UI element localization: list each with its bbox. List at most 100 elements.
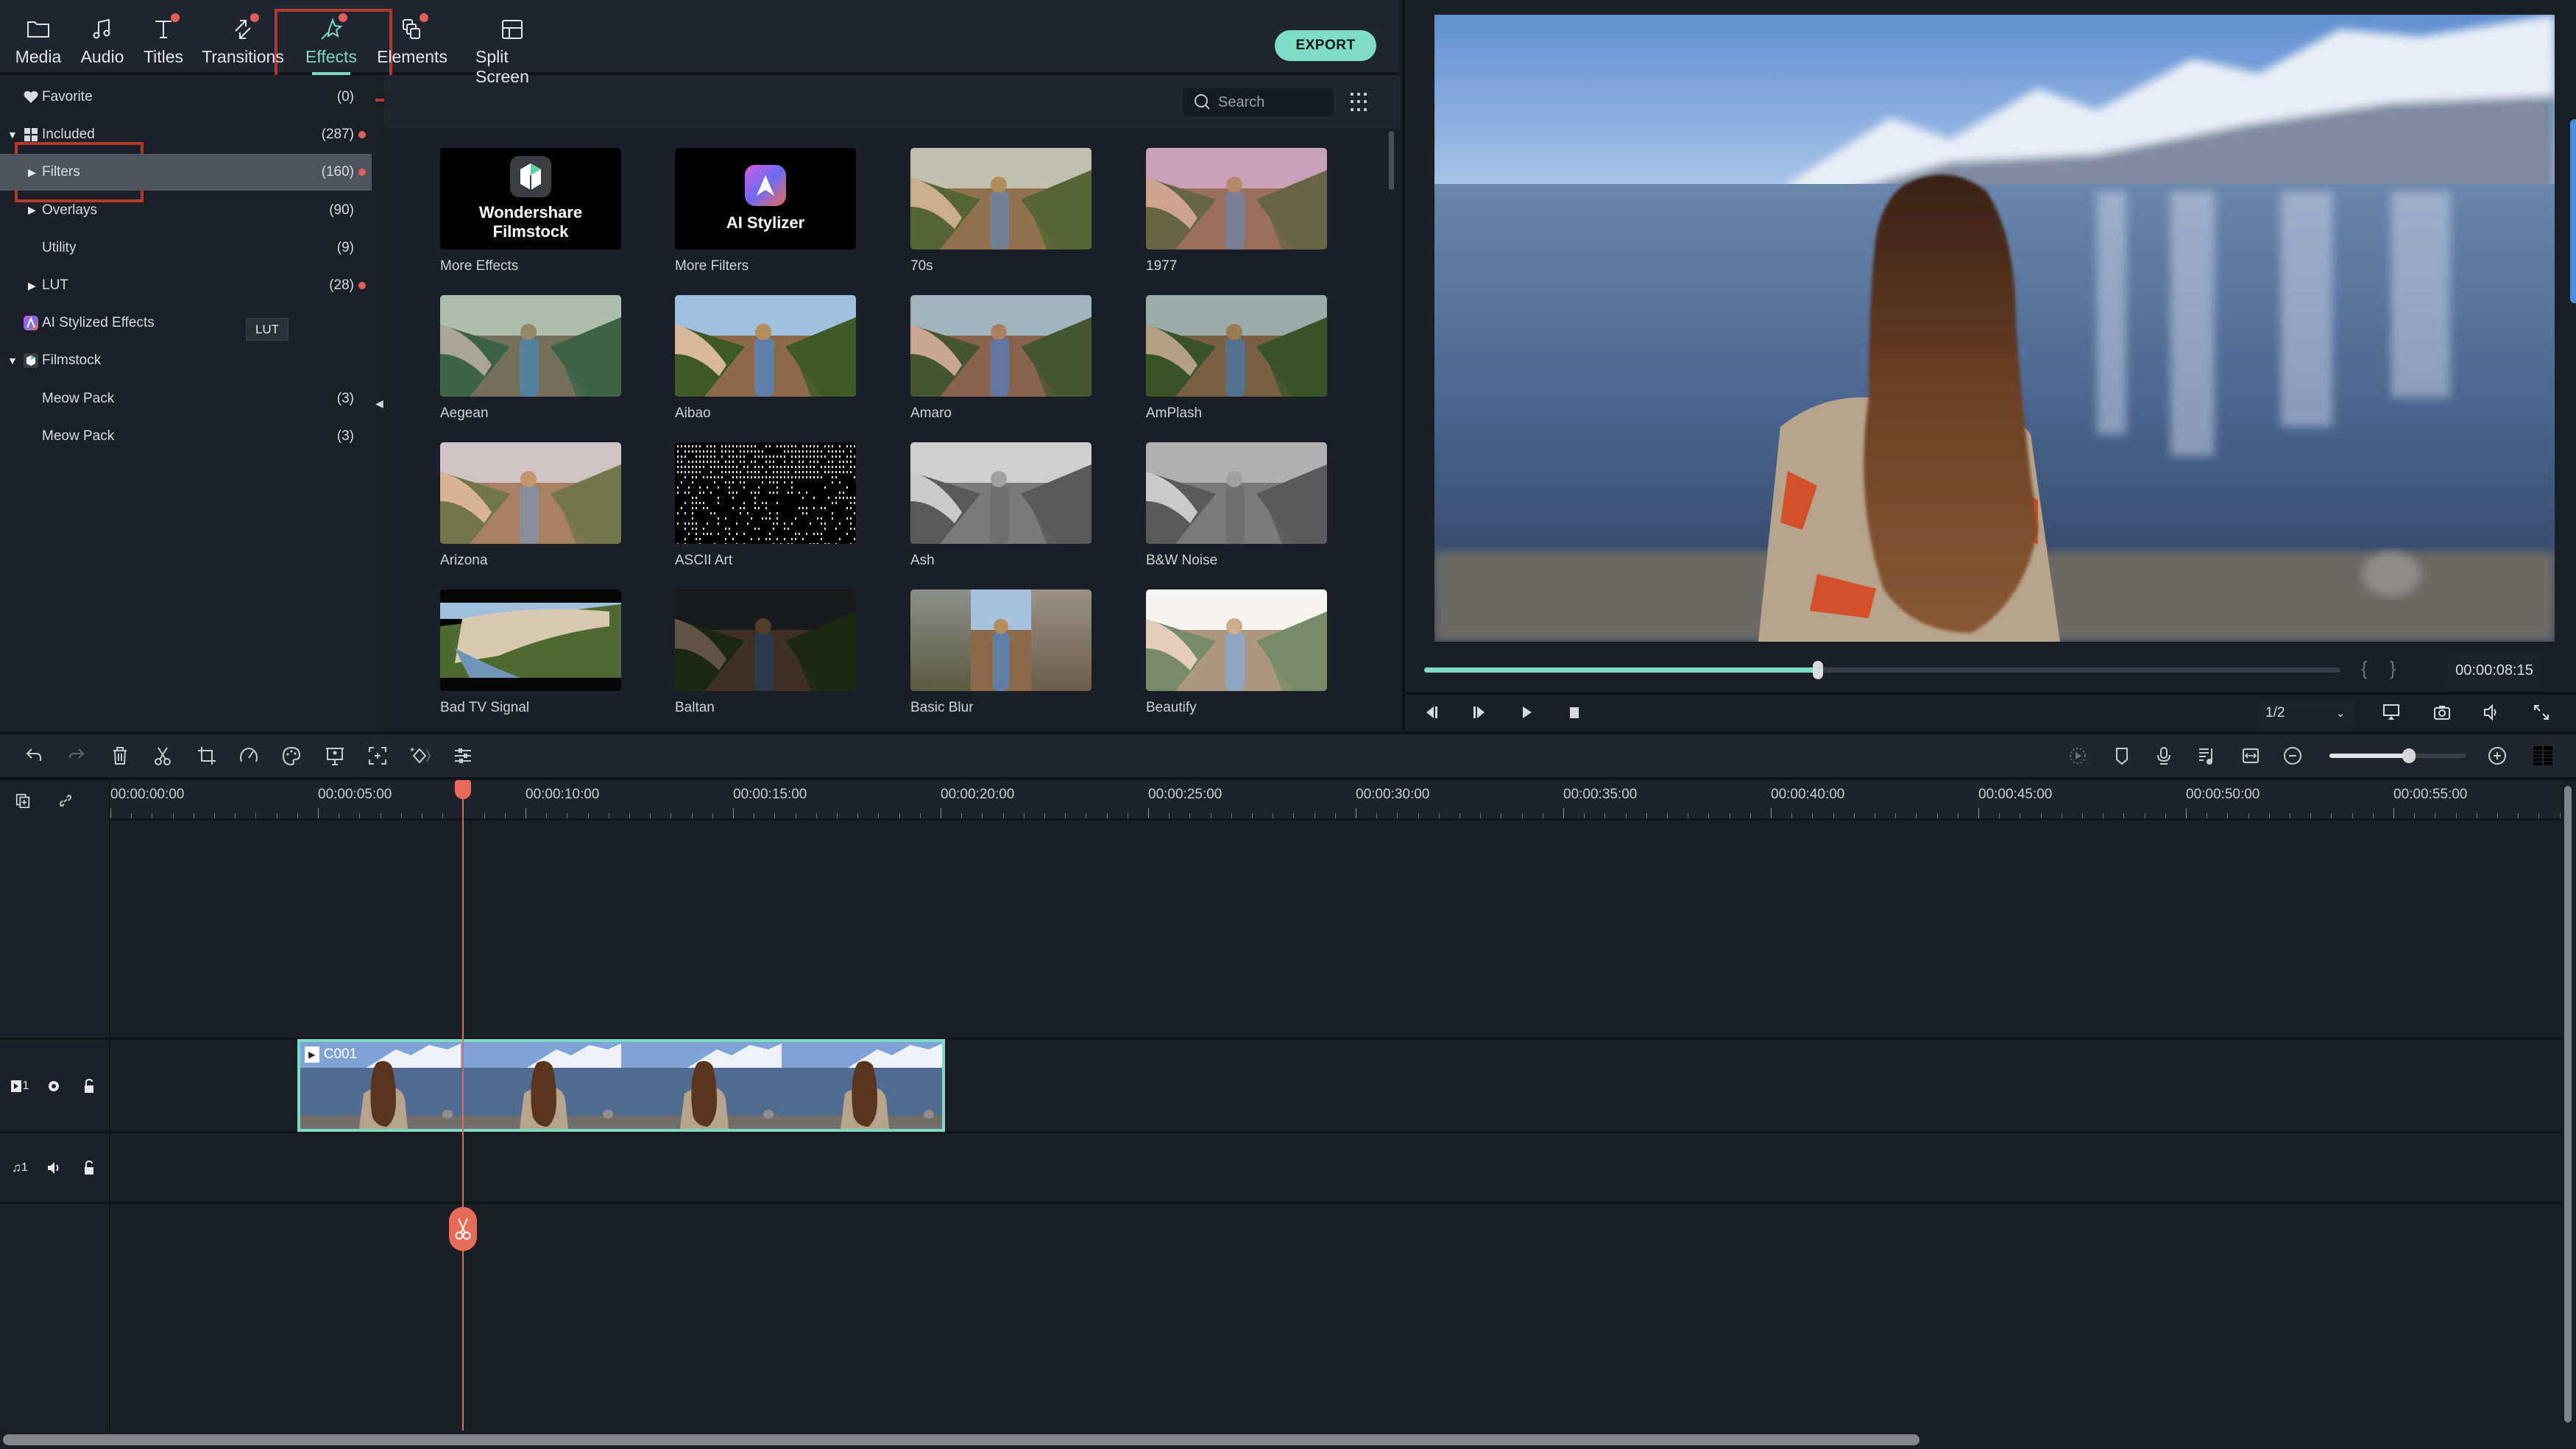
zoom-in-icon[interactable] [2486, 745, 2508, 767]
effect-thumbnail[interactable] [910, 589, 1091, 691]
effect-thumbnail[interactable] [675, 589, 856, 691]
timeline-ruler[interactable]: 00:00:00:00 00:00:05:00 00:00:10:00 00:00:1… [110, 780, 2561, 821]
snapshot-camera-icon[interactable] [2432, 703, 2452, 722]
delete-icon[interactable] [109, 745, 131, 767]
effect-thumbnail[interactable] [910, 295, 1091, 397]
green-screen-icon[interactable] [324, 745, 346, 767]
eye-icon[interactable] [46, 1078, 62, 1094]
collapse-arrow-icon[interactable]: ▶ [28, 280, 36, 292]
effect-thumbnail[interactable]: AI Stylizer [675, 148, 856, 249]
microphone-icon[interactable] [2153, 745, 2175, 767]
link-icon[interactable] [57, 793, 74, 809]
sidebar-item-overlays[interactable]: ▶ Overlays (90) [0, 192, 372, 229]
effect-card[interactable]: Amaro [910, 295, 1094, 422]
redo-icon[interactable] [66, 745, 88, 767]
effect-thumbnail[interactable] [1146, 442, 1327, 544]
zoom-out-icon[interactable] [2282, 745, 2304, 767]
tab-transitions[interactable]: Transitions [202, 13, 284, 72]
display-settings-icon[interactable] [2382, 703, 2401, 722]
effect-thumbnail[interactable]: Wondershare Filmstock [440, 148, 621, 249]
effect-card[interactable]: Arizona [440, 442, 624, 569]
preview-quality-select[interactable]: 1/2 ⌄ [2258, 701, 2354, 725]
auto-reframe-icon[interactable] [367, 745, 389, 767]
effect-card[interactable]: Bad TV Signal [440, 589, 624, 716]
expand-arrow-icon[interactable]: ▼ [7, 355, 18, 366]
effect-card[interactable]: Wondershare Filmstock More Effects [440, 148, 624, 274]
sidebar-item-meow-pack[interactable]: Meow Pack (3) [0, 380, 372, 417]
effect-card[interactable]: Aibao [675, 295, 859, 422]
audio-meter-icon[interactable] [2532, 745, 2554, 767]
lock-icon[interactable] [81, 1078, 97, 1094]
sidebar-item-ai-stylized-effects[interactable]: AI Stylized Effects [0, 305, 372, 341]
sidebar-item-favorite[interactable]: Favorite (0) [0, 79, 372, 116]
tab-split-screen[interactable]: Split Screen [475, 16, 549, 86]
undo-icon[interactable] [24, 745, 46, 767]
effect-thumbnail[interactable] [675, 295, 856, 397]
zoom-slider-knob[interactable] [2402, 748, 2416, 763]
sidebar-item-lut[interactable]: ▶ LUT (28) [0, 267, 372, 304]
sidebar-item-meow-pack[interactable]: Meow Pack (3) [0, 418, 372, 455]
video-clip[interactable]: ▶ C001 [297, 1039, 945, 1132]
side-panel-tab[interactable] [2570, 119, 2576, 303]
step-forward-icon[interactable] [1470, 703, 1489, 722]
stop-icon[interactable] [1565, 703, 1584, 722]
render-preview-icon[interactable] [2067, 745, 2089, 767]
search-input[interactable] [1218, 93, 1321, 111]
effect-card[interactable]: B&W Noise [1146, 442, 1330, 569]
timeline-vertical-scrollbar[interactable] [2564, 786, 2572, 1423]
in-out-markers[interactable]: {} [2361, 657, 2418, 680]
fullscreen-icon[interactable] [2532, 703, 2551, 722]
effect-thumbnail[interactable] [1146, 148, 1327, 249]
effect-card[interactable]: AI Stylizer More Filters [675, 148, 859, 274]
grid-view-icon[interactable] [1351, 93, 1370, 112]
playhead-line[interactable] [462, 786, 464, 1431]
play-icon[interactable] [1518, 703, 1537, 722]
effect-thumbnail[interactable] [1146, 589, 1327, 691]
sidebar-item-utility[interactable]: Utility (9) [0, 230, 372, 266]
color-palette-icon[interactable] [280, 745, 302, 767]
volume-icon[interactable] [2482, 703, 2501, 722]
effect-thumbnail[interactable] [440, 589, 621, 691]
tab-effects[interactable]: Effects [294, 13, 368, 75]
effect-card[interactable]: Basic Blur [910, 589, 1094, 716]
search-box[interactable] [1183, 88, 1334, 116]
effect-card[interactable]: 1977 [1146, 148, 1330, 274]
sidebar-item-filters[interactable]: ▶ Filters (160) [0, 154, 372, 191]
audio-mixer-icon[interactable] [2195, 745, 2218, 767]
effect-thumbnail[interactable] [440, 442, 621, 544]
adjust-icon[interactable] [452, 745, 474, 767]
sidebar-item-included[interactable]: ▼ Included (287) [0, 116, 372, 153]
speaker-icon[interactable] [46, 1160, 62, 1176]
timeline-zoom-slider[interactable] [2329, 748, 2466, 763]
sidebar-item-filmstock[interactable]: ▼ Filmstock [0, 342, 372, 379]
step-back-icon[interactable] [1422, 703, 1441, 722]
lock-icon[interactable] [81, 1160, 97, 1176]
effect-card[interactable]: AmPlash [1146, 295, 1330, 422]
tab-elements[interactable]: Elements [375, 13, 449, 72]
effect-card[interactable]: Aegean [440, 295, 624, 422]
effect-thumbnail[interactable] [675, 442, 856, 544]
preview-progress-bar[interactable] [1424, 661, 2340, 679]
fit-timeline-icon[interactable] [2240, 745, 2262, 767]
effect-card[interactable]: Baltan [675, 589, 859, 716]
effect-thumbnail[interactable] [440, 295, 621, 397]
export-button[interactable]: EXPORT [1275, 30, 1376, 61]
preview-video[interactable] [1434, 15, 2555, 642]
effect-thumbnail[interactable] [1146, 295, 1327, 397]
scissors-icon[interactable] [152, 745, 174, 767]
effect-card[interactable]: 70s [910, 148, 1094, 274]
split-scissors-button[interactable] [449, 1207, 478, 1251]
effect-card[interactable]: Ash [910, 442, 1094, 569]
speed-icon[interactable] [238, 745, 260, 767]
grid-scrollbar[interactable] [1389, 131, 1394, 190]
effect-card[interactable]: ASCII Art [675, 442, 859, 569]
keyframe-icon[interactable] [409, 745, 431, 767]
effect-thumbnail[interactable] [910, 442, 1091, 544]
progress-knob[interactable] [1813, 661, 1824, 679]
marker-icon[interactable] [2111, 745, 2133, 767]
add-track-icon[interactable] [15, 793, 31, 809]
playhead-handle[interactable] [455, 780, 472, 799]
effect-thumbnail[interactable] [910, 148, 1091, 249]
collapse-arrow-icon[interactable]: ▶ [28, 204, 36, 216]
expand-arrow-icon[interactable]: ▼ [7, 129, 18, 141]
